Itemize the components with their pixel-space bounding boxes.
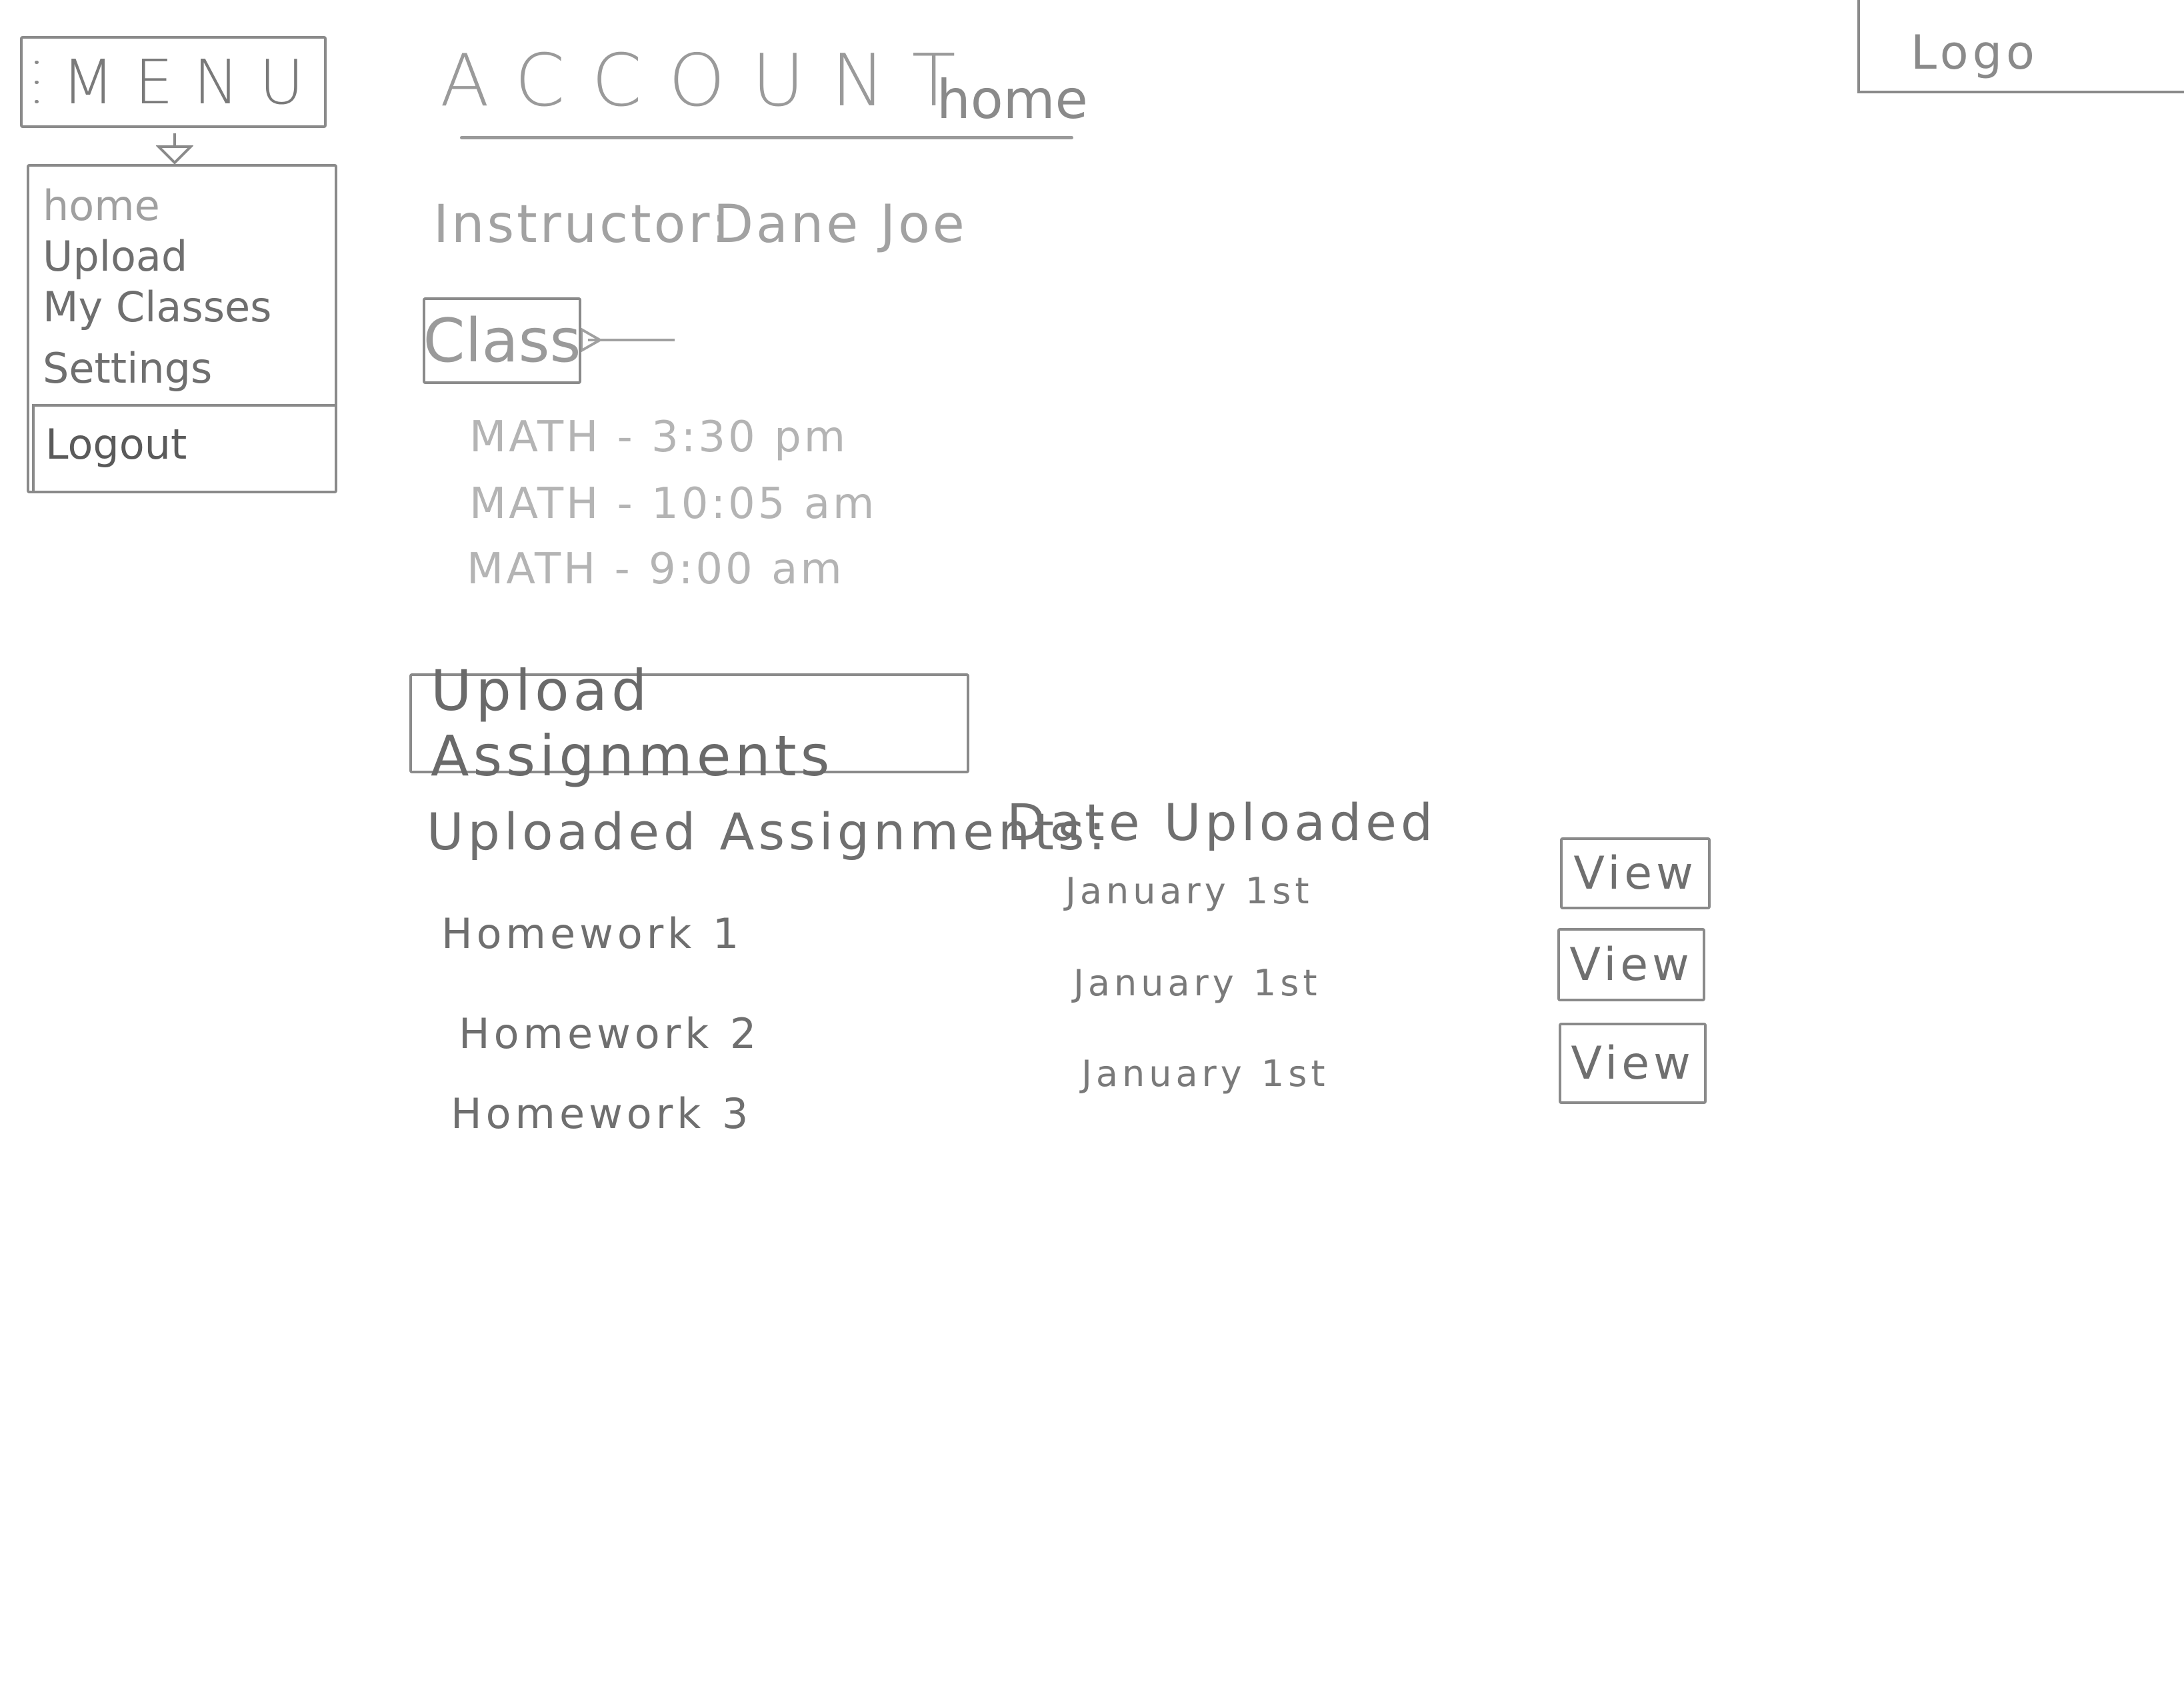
assignment-name-3: Homework 3 [451,1089,753,1138]
menu-item-upload[interactable]: Upload [43,236,187,277]
assignment-name-2: Homework 2 [459,1009,761,1058]
logo: Logo [1857,0,2184,93]
upload-assignments-label: Upload Assignments [431,658,834,789]
menu-button[interactable]: MENU [20,36,327,128]
class-item-3[interactable]: MATH - 9:00 am [467,548,845,591]
view-button-label-1: View [1573,847,1697,900]
dropdown-arrow-icon [581,327,675,353]
view-button-2[interactable]: View [1557,928,1705,1001]
class-dropdown-label: Class [423,305,581,376]
logout-item-frame[interactable]: Logout [32,404,335,491]
assignment-name-1: Homework 1 [441,909,743,958]
chevron-down-icon [156,133,193,165]
menu-item-home[interactable]: home [43,185,160,227]
page-title: ACCOUNT [440,39,983,123]
menu-item-settings[interactable]: Settings [43,348,212,389]
upload-assignments-button[interactable]: Upload Assignments [409,658,969,789]
view-button-1[interactable]: View [1560,837,1711,909]
menu-item-logout[interactable]: Logout [45,424,187,465]
view-button-3[interactable]: View [1559,1023,1707,1104]
title-underline [460,136,1073,139]
instructor-label: Instructor: [433,195,732,255]
menu-dropdown: home Upload My Classes Settings Logout [27,164,337,493]
view-button-label-3: View [1571,1037,1695,1090]
assignment-date-2: January 1st [1073,962,1321,1004]
logo-label: Logo [1911,25,2039,80]
instructor-name: Dane Joe [713,195,967,255]
view-button-label-2: View [1569,938,1693,991]
assignment-date-1: January 1st [1065,870,1313,912]
column-header-date: Date Uploaded [1007,793,1437,852]
menu-item-my-classes[interactable]: My Classes [43,287,271,328]
assignment-date-3: January 1st [1081,1053,1329,1095]
class-item-2[interactable]: MATH - 10:05 am [469,483,877,525]
hamburger-icon [35,61,39,103]
class-item-1[interactable]: MATH - 3:30 pm [469,416,848,459]
menu-label: MENU [61,46,324,118]
class-dropdown[interactable]: Class [423,297,581,384]
page-subtitle: home [937,69,1088,131]
